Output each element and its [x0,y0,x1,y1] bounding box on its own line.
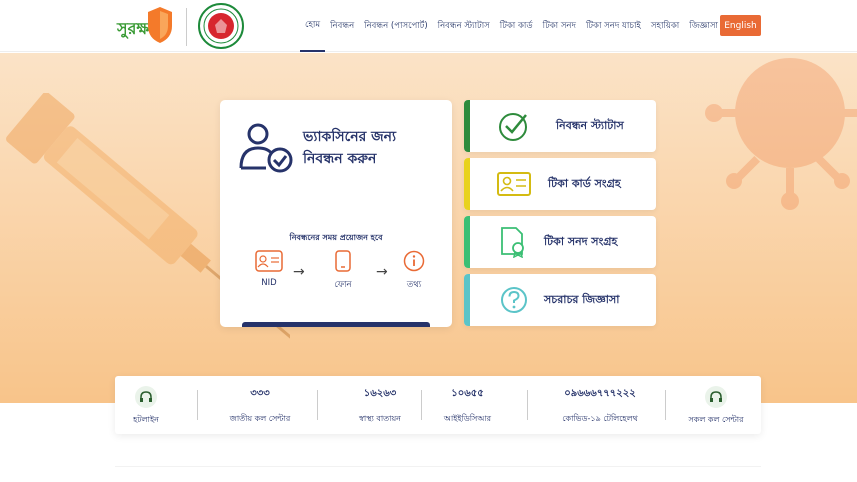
step-label-info: তথ্য [406,280,422,290]
check-circle-icon [499,113,527,141]
vaccine-certificate-collect-card[interactable]: টিকা সনদ সংগ্রহ [464,216,656,268]
nav-vaccine-card[interactable]: টিকা কার্ড [495,0,538,52]
hotline-label: হটলাইন [133,415,159,424]
nav-registration-status[interactable]: নিবন্ধন স্ট্যাটাস [433,0,495,52]
faq-label: সচরাচর জিজ্ঞাসা [544,292,620,306]
registration-status-card[interactable]: নিবন্ধন স্ট্যাটাস [464,100,656,152]
registration-requirements-text: নিবন্ধনের সময় প্রয়োজন হবে [289,233,383,242]
top-header: সুরক্ষা হোম নিবন্ধন নিবন্ধন (পাসপোর্ট) ন… [0,0,857,52]
registration-status-label: নিবন্ধন স্ট্যাটাস [556,118,624,132]
language-toggle-button[interactable]: English [720,15,761,36]
phone-icon [335,250,351,272]
step-label-nid: NID [261,278,277,288]
shield-icon [148,7,172,43]
vaccine-registration-card[interactable]: ভ্যাকসিনের জন্য নিবন্ধন করুন নিবন্ধনের স… [220,100,452,327]
nav-certificate-verify[interactable]: টিকা সনদ যাচাই [581,0,646,52]
separator [665,390,666,420]
registration-title: ভ্যাকসিনের জন্য নিবন্ধন করুন [303,129,397,167]
call-center-label: আইইডিসিআর [443,414,492,423]
step-label-phone: ফোন [334,280,352,290]
step-info: তথ্য [394,250,434,292]
section-divider [115,466,761,467]
nav-registration-passport[interactable]: নিবন্ধন (পাসপোর্ট) [359,0,433,52]
separator [317,390,318,420]
step-phone: ফোন [323,250,363,292]
step-nid: NID [249,250,289,288]
card-accent [464,274,470,326]
phone-number: ১০৬৫৫ [451,388,484,399]
id-card-icon [255,250,283,272]
phone-number: ৩৩৩ [250,388,270,399]
separator [197,390,198,420]
surokkha-logo[interactable]: সুরক্ষা [117,4,175,48]
hotline-item[interactable]: হটলাইন [121,376,171,434]
call-center-label: জাতীয় কল সেন্টার [229,414,291,423]
all-call-centers-label: সকল কল সেন্টার [688,415,744,424]
arrow-right-icon: → [293,264,305,280]
all-call-centers[interactable]: সকল কল সেন্টার [681,376,751,434]
question-circle-icon [501,287,527,313]
nav-vaccine-certificate[interactable]: টিকা সনদ [538,0,581,52]
id-card-icon [497,172,531,196]
call-center-label: কোভিড-১৯ টেলিহেলথ [562,414,638,423]
vaccine-certificate-collect-label: টিকা সনদ সংগ্রহ [544,234,618,248]
virus-illustration [705,58,857,210]
card-accent [464,158,470,210]
headset-icon [705,386,727,408]
main-nav: হোম নিবন্ধন নিবন্ধন (পাসপোর্ট) নিবন্ধন স… [300,0,723,52]
info-icon [403,250,425,272]
separator [527,390,528,420]
hotline-bar: হটলাইন ৩৩৩ জাতীয় কল সেন্টার ১৬২৬৩ স্বাস… [115,376,761,434]
vaccine-card-collect-card[interactable]: টিকা কার্ড সংগ্রহ [464,158,656,210]
nav-guide[interactable]: সহায়িকা [646,0,684,52]
nav-home[interactable]: হোম [300,0,326,52]
faq-card[interactable]: সচরাচর জিজ্ঞাসা [464,274,656,326]
registration-bar[interactable] [242,322,430,327]
covid-telehealth[interactable]: ০৯৬৬৬৭৭৭২২২ কোভিড-১৯ টেলিহেলথ [535,376,665,434]
card-accent [464,216,470,268]
nav-faq[interactable]: জিজ্ঞাসা [684,0,723,52]
vaccine-card-collect-label: টিকা কার্ড সংগ্রহ [548,176,621,190]
iedcr[interactable]: ১০৬৫৫ আইইডিসিআর [415,376,520,434]
user-check-icon [239,123,293,173]
card-accent [464,100,470,152]
headset-icon [135,386,157,408]
arrow-right-icon: → [376,264,388,280]
national-call-center[interactable]: ৩৩৩ জাতীয় কল সেন্টার [205,376,315,434]
header-divider [186,8,187,46]
phone-number: ০৯৬৬৬৭৭৭২২২ [564,388,636,399]
nav-registration[interactable]: নিবন্ধন [325,0,359,52]
government-seal-icon [198,3,244,49]
certificate-icon [501,227,524,258]
